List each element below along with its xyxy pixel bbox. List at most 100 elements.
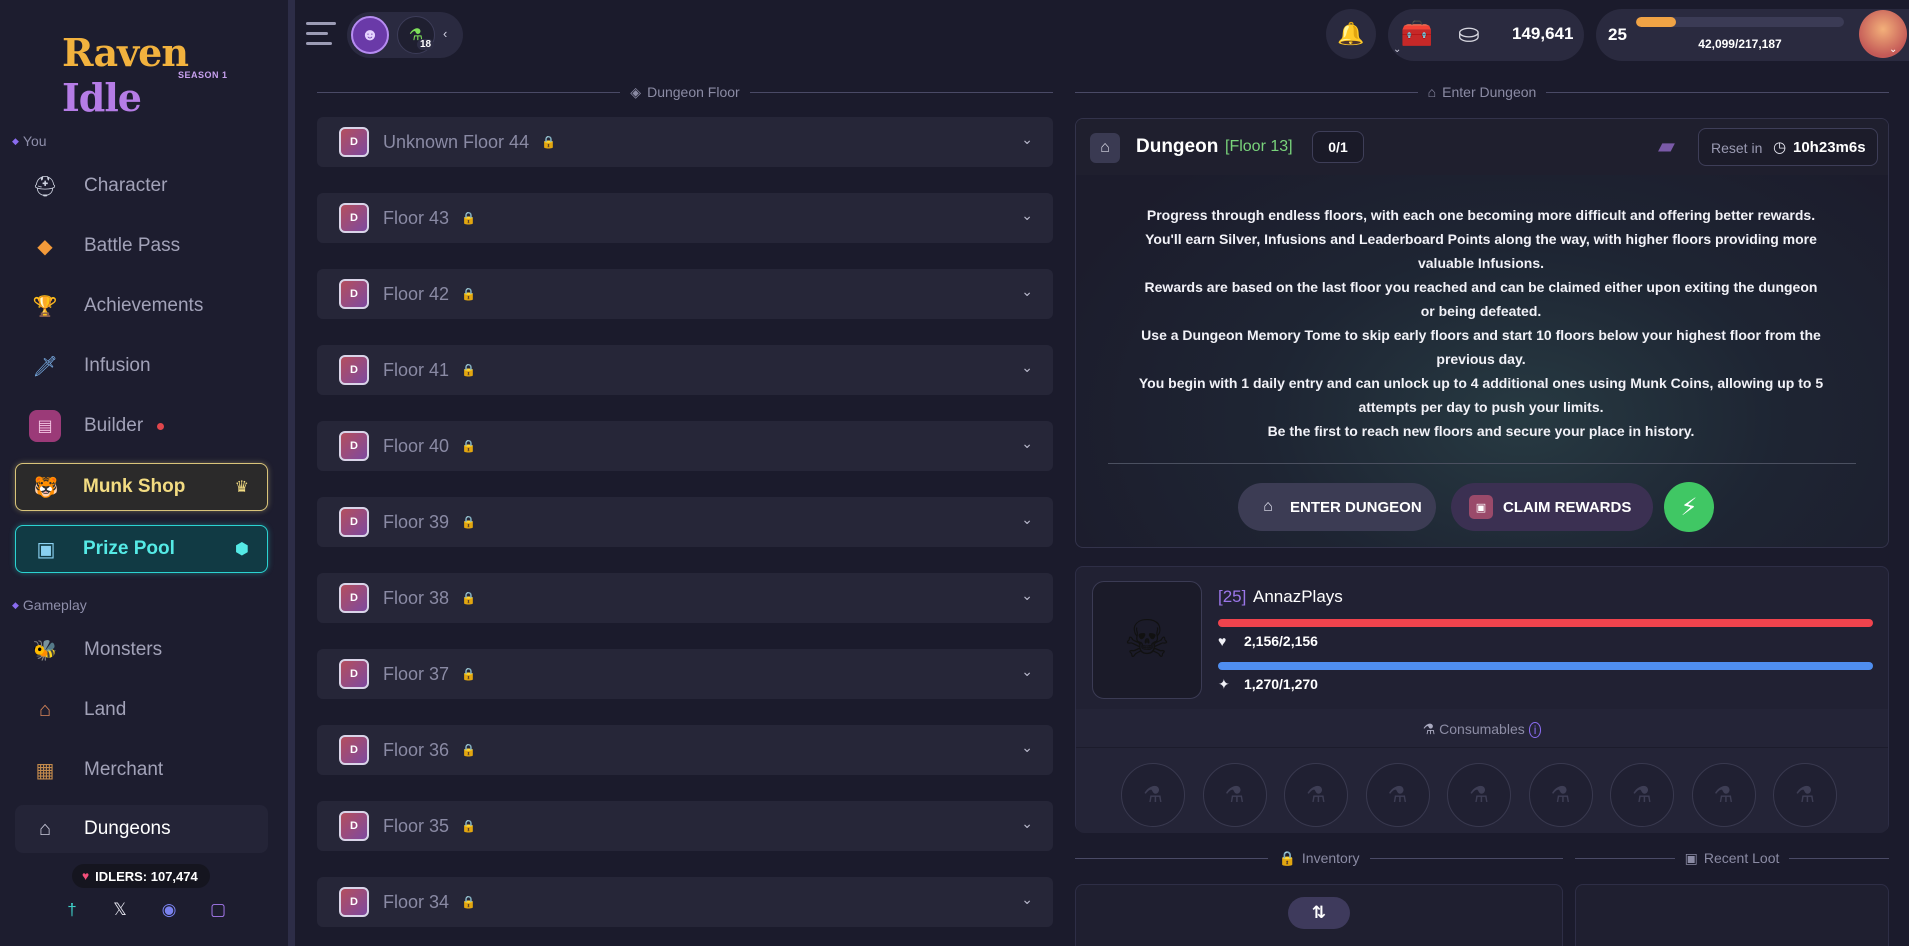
sidebar-item-merchant[interactable]: ▦ Merchant <box>15 746 268 794</box>
consumable-slot[interactable]: ⚗ <box>1365 763 1430 827</box>
sidebar-item-land[interactable]: ⌂ Land <box>15 686 268 734</box>
current-floor-tag: [Floor 13] <box>1225 138 1293 155</box>
sidebar-scrollbar[interactable] <box>288 0 295 946</box>
chevron-down-icon[interactable]: ⌄ <box>1021 283 1033 300</box>
chevron-down-icon[interactable]: ⌄ <box>1021 131 1033 148</box>
enter-dungeon-button[interactable]: ⌂ ENTER DUNGEON <box>1238 483 1436 531</box>
floor-row[interactable]: D Floor 39 🔒 ⌄ <box>317 497 1053 547</box>
sort-arrows-icon: ⇅ <box>1311 903 1327 922</box>
chevron-down-icon[interactable]: ⌄ <box>1393 44 1401 55</box>
silver-amount: 149,641 <box>1512 24 1574 43</box>
consumable-slot[interactable]: ⚗ <box>1610 763 1674 827</box>
storage-chest-icon[interactable]: 🧰 <box>1397 14 1437 52</box>
xp-progress-bar <box>1636 17 1844 27</box>
empty-potion-icon: ⚗ <box>1469 782 1489 807</box>
chevron-down-icon[interactable]: ⌄ <box>1021 435 1033 452</box>
claim-rewards-button[interactable]: ▣ CLAIM REWARDS <box>1451 483 1653 531</box>
heart-icon: ♥ <box>82 869 90 883</box>
floor-row[interactable]: D Floor 35 🔒 ⌄ <box>317 801 1053 851</box>
floor-row[interactable]: D Floor 36 🔒 ⌄ <box>317 725 1053 775</box>
character-name: AnnazPlays <box>1253 587 1343 606</box>
chevron-down-icon[interactable]: ⌄ <box>1021 359 1033 376</box>
chevron-down-icon[interactable]: ⌄ <box>1021 663 1033 680</box>
discord-icon[interactable]: ◉ <box>156 897 182 923</box>
floor-label: Floor 35 <box>383 815 450 836</box>
character-portrait[interactable]: ☠ <box>1092 581 1202 699</box>
consumable-slot[interactable]: ⚗ <box>1773 763 1837 827</box>
sidebar: Raven Idle SEASON 1 ◆ You ⛑ Character ◆ B… <box>0 0 295 946</box>
sidebar-item-label: Infusion <box>84 355 151 376</box>
sidebar-item-label: Character <box>84 175 168 196</box>
crown-icon: ♛ <box>234 479 249 496</box>
sidebar-item-label: Munk Shop <box>83 476 186 497</box>
sidebar-item-munk-shop[interactable]: 🐯 Munk Shop ♛ <box>15 463 268 511</box>
character-level: [25] <box>1218 587 1247 606</box>
sidebar-item-dungeons[interactable]: ⌂ Dungeons <box>15 805 268 853</box>
silver-coins-icon: ⛀ <box>1458 18 1480 48</box>
floor-chest-icon: D <box>339 659 369 689</box>
floor-label: Floor 43 <box>383 207 450 228</box>
sidebar-item-label: Battle Pass <box>84 235 181 256</box>
sidebar-item-battle-pass[interactable]: ◆ Battle Pass <box>15 222 268 270</box>
sidebar-item-character[interactable]: ⛑ Character <box>15 162 268 210</box>
dungeon-gate-icon: ⌂ <box>1263 498 1273 515</box>
buff-mask-icon[interactable]: ☻ <box>351 16 389 54</box>
consumable-slot[interactable]: ⚗ <box>1447 763 1511 827</box>
raven-sword-icon[interactable]: † <box>59 897 85 923</box>
consumable-slot[interactable]: ⚗ <box>1528 763 1593 827</box>
lock-icon: 🔒 <box>461 287 476 301</box>
notifications-bell-icon[interactable]: 🔔 <box>1326 9 1376 59</box>
chevron-down-icon[interactable]: ⌄ <box>1021 815 1033 832</box>
empty-potion-icon: ⚗ <box>1224 782 1245 807</box>
chevron-down-icon[interactable]: ⌄ <box>1021 207 1033 224</box>
heart-icon: ♥ <box>1218 633 1227 649</box>
chevron-down-icon[interactable]: ⌄ <box>1021 891 1033 908</box>
sidebar-item-achievements[interactable]: 🏆 Achievements <box>15 282 268 330</box>
twitch-icon[interactable]: ▢ <box>205 897 231 923</box>
lock-icon: 🔒 <box>461 667 476 681</box>
floor-row[interactable]: D Floor 41 🔒 ⌄ <box>317 345 1053 395</box>
floor-row[interactable]: D Floor 40 🔒 ⌄ <box>317 421 1053 471</box>
floor-row[interactable]: D Unknown Floor 44 🔒 ⌄ <box>317 117 1053 167</box>
consumable-slot[interactable]: ⚗ <box>1121 763 1185 827</box>
lock-icon: 🔒 <box>1278 849 1296 866</box>
empty-potion-icon: ⚗ <box>1306 782 1326 807</box>
sidebar-item-label: Merchant <box>84 759 164 780</box>
consumable-slot[interactable]: ⚗ <box>1691 763 1756 827</box>
sidebar-item-prize-pool[interactable]: ▣ Prize Pool ⬢ <box>15 525 268 573</box>
lock-icon: 🔒 <box>461 591 476 605</box>
description-line: Rewards are based on the last floor you … <box>1144 279 1818 319</box>
character-panel: ☠ [25] AnnazPlays ♥ 2,156/2,156 ✦ 1,270/… <box>1075 566 1889 833</box>
consumable-slot[interactable]: ⚗ <box>1284 763 1348 827</box>
lock-icon: 🔒 <box>461 743 476 757</box>
reset-time-value: 10h23m6s <box>1793 139 1866 156</box>
sidebar-item-infusion[interactable]: 🗡 Infusion <box>15 342 268 390</box>
sort-toggle-button[interactable]: ⇅ <box>1288 897 1350 929</box>
enter-dungeon-label: ENTER DUNGEON <box>1290 498 1422 516</box>
lock-icon: 🔒 <box>461 819 476 833</box>
memory-tome-icon[interactable]: ▰ <box>1658 133 1675 159</box>
floor-row[interactable]: D Floor 43 🔒 ⌄ <box>317 193 1053 243</box>
dungeon-title: Dungeon <box>1136 136 1219 157</box>
sidebar-item-monsters[interactable]: 🐝 Monsters <box>15 626 268 674</box>
floor-row[interactable]: D Floor 42 🔒 ⌄ <box>317 269 1053 319</box>
consumable-slot[interactable]: ⚗ <box>1202 763 1267 827</box>
floor-row[interactable]: D Floor 34 🔒 ⌄ <box>317 877 1053 927</box>
floor-row[interactable]: D Floor 38 🔒 ⌄ <box>317 573 1053 623</box>
raven-idle-logo[interactable]: Raven Idle SEASON 1 <box>62 30 232 120</box>
floor-row[interactable]: D Floor 37 🔒 ⌄ <box>317 649 1053 699</box>
chevron-down-icon[interactable]: ⌄ <box>1021 587 1033 604</box>
x-twitter-icon[interactable]: 𝕏 <box>107 897 133 923</box>
info-icon[interactable]: i <box>1528 722 1542 738</box>
chevron-left-icon[interactable]: ‹ <box>443 26 447 41</box>
daily-entries-counter[interactable]: 0/1 <box>1312 131 1364 163</box>
claim-rewards-label: CLAIM REWARDS <box>1503 498 1632 516</box>
chevron-down-icon[interactable]: ⌄ <box>1021 739 1033 756</box>
menu-toggle-button[interactable] <box>306 22 336 46</box>
sidebar-item-builder[interactable]: ▤ Builder <box>15 402 268 450</box>
chevron-down-icon[interactable]: ⌄ <box>1889 44 1897 55</box>
quick-action-bolt-button[interactable]: ⚡ <box>1664 482 1714 532</box>
chevron-down-icon[interactable]: ⌄ <box>1021 511 1033 528</box>
avatar[interactable] <box>1859 10 1907 58</box>
dungeon-panel: ⌂ Dungeon [Floor 13] 0/1 ▰ Reset in ◷ 10… <box>1075 118 1889 548</box>
